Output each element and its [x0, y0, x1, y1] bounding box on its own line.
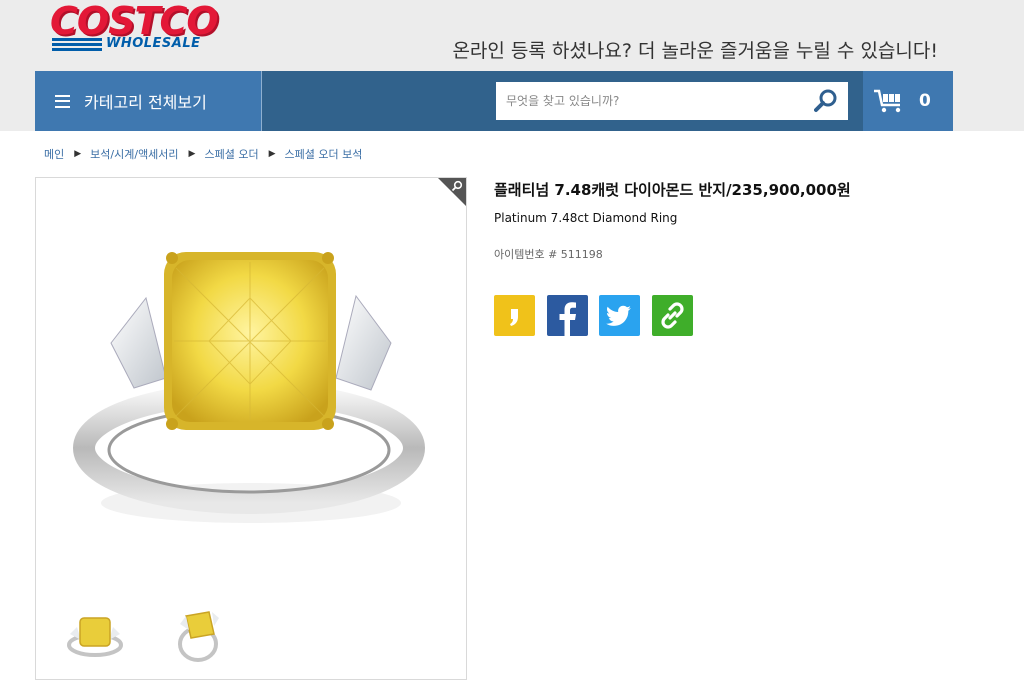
zoom-icon[interactable] — [451, 180, 463, 192]
all-categories-button[interactable]: 카테고리 전체보기 — [35, 71, 262, 131]
costco-logo[interactable]: COSTCO WHOLESALE — [50, 0, 230, 55]
product-title: 플래티넘 7.48캐럿 다이아몬드 반지/235,900,000원 — [494, 181, 851, 199]
item-number: 아이템번호 # 511198 — [494, 248, 603, 261]
search-input[interactable] — [496, 82, 816, 120]
twitter-icon — [606, 305, 631, 326]
breadcrumb-jewelry[interactable]: 보석/시계/액세서리 — [90, 146, 178, 162]
product-subtitle: Platinum 7.48ct Diamond Ring — [494, 211, 678, 225]
cart-count: 0 — [919, 91, 931, 111]
logo-subtitle: WHOLESALE — [106, 36, 201, 51]
product-main-image[interactable] — [35, 177, 467, 593]
all-categories-label: 카테고리 전체보기 — [84, 93, 207, 112]
facebook-icon — [559, 302, 576, 336]
link-icon — [660, 302, 684, 329]
breadcrumb-special-order-jewelry[interactable]: 스페셜 오더 보석 — [285, 146, 363, 162]
breadcrumb: 메인 ▶ 보석/시계/액세서리 ▶ 스페셜 오더 ▶ 스페셜 오더 보석 — [44, 146, 362, 162]
thumbnail-1[interactable] — [62, 600, 128, 666]
signup-promo-text[interactable]: 온라인 등록 하셨나요? 더 놀라운 즐거움을 누릴 수 있습니다! — [452, 36, 938, 63]
search-box — [496, 82, 848, 120]
breadcrumb-main[interactable]: 메인 — [44, 146, 64, 162]
kakaostory-icon — [510, 309, 518, 326]
ring-image — [73, 252, 425, 523]
thumbnail-strip — [35, 592, 467, 680]
breadcrumb-arrow-icon: ▶ — [268, 149, 276, 159]
search-icon[interactable] — [814, 89, 838, 113]
breadcrumb-special-order[interactable]: 스페셜 오더 — [204, 146, 258, 162]
share-buttons — [494, 295, 704, 336]
twitter-share-button[interactable] — [599, 295, 640, 336]
main-navbar: 카테고리 전체보기 0 — [35, 71, 953, 131]
breadcrumb-arrow-icon: ▶ — [188, 149, 196, 159]
menu-icon — [55, 94, 70, 108]
breadcrumb-arrow-icon: ▶ — [74, 149, 82, 159]
facebook-share-button[interactable] — [546, 295, 588, 336]
copy-link-button[interactable] — [651, 295, 693, 336]
cart-button[interactable]: 0 — [863, 71, 953, 131]
thumbnail-2[interactable] — [164, 600, 230, 666]
kakaostory-share-button[interactable] — [494, 295, 535, 336]
logo-stripes — [52, 38, 102, 53]
cart-icon — [874, 89, 901, 113]
